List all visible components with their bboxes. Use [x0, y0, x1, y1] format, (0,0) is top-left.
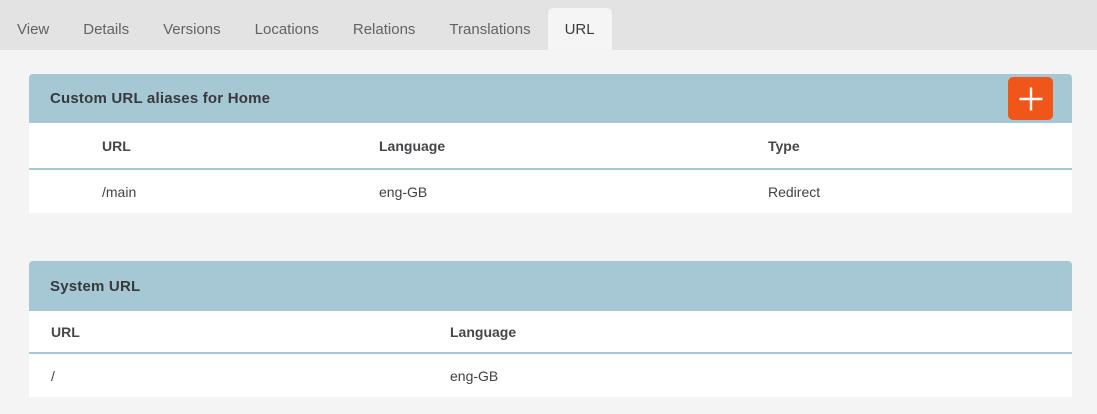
system-url-cell: / — [29, 353, 428, 397]
alias-url-cell: /main — [102, 169, 379, 213]
plus-icon — [1016, 84, 1046, 114]
alias-type-cell: Redirect — [768, 169, 1072, 213]
tab-view[interactable]: View — [0, 8, 66, 50]
content-tab-bar: View Details Versions Locations Relation… — [0, 0, 1097, 50]
system-url-header: System URL — [29, 261, 1072, 311]
custom-url-aliases-panel: Custom URL aliases for Home URL — [29, 74, 1072, 213]
custom-url-aliases-title: Custom URL aliases for Home — [50, 90, 270, 107]
column-header-checkbox-spacer — [29, 123, 102, 169]
system-url-title: System URL — [50, 278, 140, 295]
custom-url-aliases-table: URL Language Type /main eng-GB Redirect — [29, 123, 1072, 213]
system-url-panel: System URL URL Language / eng-GB — [29, 261, 1072, 397]
system-url-table: URL Language / eng-GB — [29, 311, 1072, 397]
tab-versions[interactable]: Versions — [146, 8, 238, 50]
column-header-language: Language — [379, 123, 768, 169]
add-url-alias-button[interactable] — [1008, 77, 1053, 120]
column-header-url: URL — [102, 123, 379, 169]
tab-locations[interactable]: Locations — [238, 8, 336, 50]
system-language-cell: eng-GB — [428, 353, 1072, 397]
column-header-language: Language — [428, 311, 1072, 353]
table-header-row: URL Language Type — [29, 123, 1072, 169]
row-checkbox-spacer — [29, 169, 102, 213]
tab-details[interactable]: Details — [66, 8, 146, 50]
alias-language-cell: eng-GB — [379, 169, 768, 213]
tab-translations[interactable]: Translations — [432, 8, 547, 50]
tab-relations[interactable]: Relations — [336, 8, 433, 50]
tab-url[interactable]: URL — [548, 8, 612, 50]
table-header-row: URL Language — [29, 311, 1072, 353]
url-tab-content: Custom URL aliases for Home URL — [29, 74, 1072, 397]
column-header-type: Type — [768, 123, 1072, 169]
table-row: / eng-GB — [29, 353, 1072, 397]
column-header-url: URL — [29, 311, 428, 353]
table-row: /main eng-GB Redirect — [29, 169, 1072, 213]
custom-url-aliases-header: Custom URL aliases for Home — [29, 74, 1072, 123]
